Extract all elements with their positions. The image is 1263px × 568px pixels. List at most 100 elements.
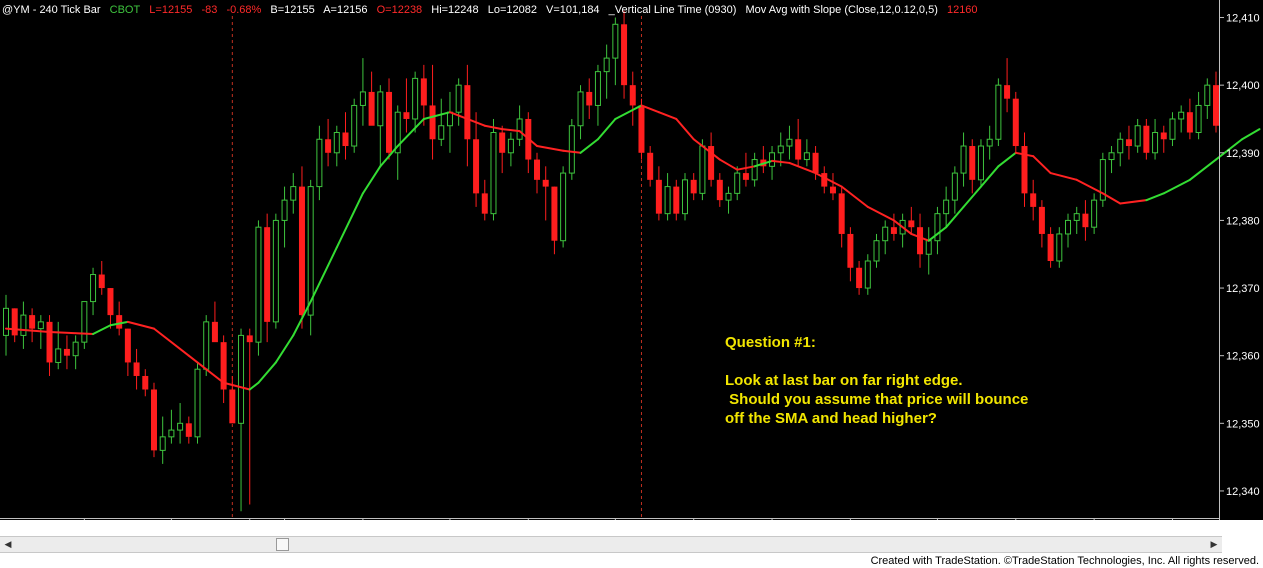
last-price: L=12155 — [149, 4, 193, 16]
candle-body-down — [150, 389, 157, 451]
candle-body-down — [386, 91, 393, 153]
candle-body-down — [847, 233, 854, 268]
candle-body-up — [1056, 233, 1063, 262]
candle-body-down — [795, 139, 802, 160]
chart-status-line: @YM - 240 Tick Bar CBOT L=12155 -83 -0.6… — [2, 2, 984, 18]
candle-body-down — [124, 328, 131, 363]
candle-body-up — [943, 199, 950, 215]
moving-average-segment — [248, 381, 260, 391]
candle-body-down — [116, 315, 123, 329]
symbol-label: @YM - 240 Tick Bar — [2, 4, 101, 16]
candle-body-down — [1125, 139, 1132, 147]
candle-body-down — [1047, 233, 1054, 261]
moving-average-segment — [840, 185, 869, 208]
candle-body-down — [742, 173, 749, 180]
candle-body-down — [829, 186, 836, 194]
candle-body-down — [1004, 85, 1011, 99]
candle-body-up — [177, 422, 184, 431]
moving-average-segment — [396, 117, 425, 148]
price-tick-label: 12,370 — [1226, 283, 1260, 295]
exchange-label: CBOT — [109, 4, 141, 16]
scroll-right-arrow-icon[interactable]: ▶ — [1206, 537, 1222, 552]
candle-body-up — [568, 125, 575, 174]
candle-body-up — [960, 145, 967, 174]
volume: V=101,184 — [546, 4, 600, 16]
price-tick-label: 12,410 — [1226, 13, 1260, 25]
candle-body-up — [751, 159, 758, 181]
candle-body-up — [507, 138, 514, 154]
candle-body-down — [673, 186, 680, 214]
candle-body-up — [560, 172, 567, 242]
question-line: Should you assume that price will bounce — [725, 391, 1029, 408]
candle-body-up — [272, 219, 279, 323]
candle-body-down — [647, 152, 654, 180]
candle-body-up — [255, 226, 262, 343]
candle-body-down — [473, 139, 480, 194]
candle-body-down — [63, 348, 70, 356]
moving-average-segment — [309, 246, 338, 303]
candle-body-down — [969, 146, 976, 180]
candle-body-down — [264, 227, 271, 322]
candle-body-up — [777, 145, 784, 154]
candle-body-down — [185, 423, 192, 437]
moving-average-segment — [422, 111, 451, 120]
candle-body-down — [1143, 125, 1150, 153]
question-title: Question #1: — [725, 334, 816, 351]
candle-body-up — [1152, 132, 1159, 154]
price-chart[interactable]: 12,340 12,350 12,360 12,370 12,380 12,390 12,4… — [0, 0, 1263, 520]
candle-body-up — [238, 334, 245, 424]
ask-price: A=12156 — [323, 4, 368, 16]
candle-body-down — [133, 362, 140, 376]
moving-average-segment — [866, 205, 895, 222]
moving-average-segment — [814, 172, 843, 188]
candle-body-down — [325, 139, 332, 153]
horizontal-scrollbar[interactable]: ◀ ▶ — [0, 536, 1222, 553]
candle-body-down — [856, 267, 863, 289]
scroll-left-arrow-icon[interactable]: ◀ — [0, 537, 16, 552]
candle-body-up — [1195, 104, 1202, 133]
candle-body-up — [1091, 199, 1098, 228]
moving-average-segment — [614, 104, 643, 120]
candle-body-down — [98, 274, 105, 289]
candle-body-down — [1213, 85, 1219, 126]
price-tick-label: 12,380 — [1226, 215, 1260, 227]
candle-body-down — [107, 288, 114, 316]
high-price: Hi=12248 — [431, 4, 479, 16]
moving-average-segment — [536, 145, 565, 152]
candle-body-up — [612, 23, 619, 59]
candle-body-up — [925, 240, 932, 255]
candle-body-up — [516, 118, 523, 140]
candle-body-down — [655, 179, 662, 214]
candle-body-down — [29, 315, 36, 329]
question-line: Look at last bar on far right edge. — [725, 372, 963, 389]
moving-average-segment — [1145, 192, 1165, 202]
moving-average-segment — [788, 161, 817, 175]
moving-average-segment — [1241, 128, 1261, 141]
candle-body-down — [298, 186, 305, 316]
candle-body-down — [586, 91, 593, 106]
moving-average-segment — [1049, 172, 1078, 181]
candle-body-up — [81, 301, 88, 343]
candle-body-up — [438, 125, 445, 140]
candle-body-down — [1030, 193, 1037, 207]
moving-average-segment — [718, 158, 739, 171]
scrollbar-thumb[interactable] — [276, 538, 289, 551]
candle-body-down — [1082, 213, 1089, 228]
candle-body-up — [681, 179, 688, 215]
bid-price: B=12155 — [270, 4, 315, 16]
chart-area[interactable]: 12,340 12,350 12,360 12,370 12,380 12,390 12,4… — [0, 0, 1263, 520]
candle-body-up — [281, 199, 288, 221]
candle-body-up — [995, 84, 1002, 140]
moving-average-segment — [1119, 199, 1148, 205]
candle-body-up — [159, 436, 166, 451]
candle-body-up — [882, 226, 889, 242]
candle-body-down — [229, 389, 236, 424]
candle-body-up — [1204, 84, 1211, 106]
candle-body-down — [1160, 132, 1167, 140]
candle-body-down — [1012, 98, 1019, 147]
price-tick-label: 12,340 — [1226, 486, 1260, 498]
candle-body-down — [142, 375, 149, 390]
candle-body-down — [420, 78, 427, 106]
candle-body-down — [246, 335, 253, 343]
candle-body-up — [986, 138, 993, 147]
